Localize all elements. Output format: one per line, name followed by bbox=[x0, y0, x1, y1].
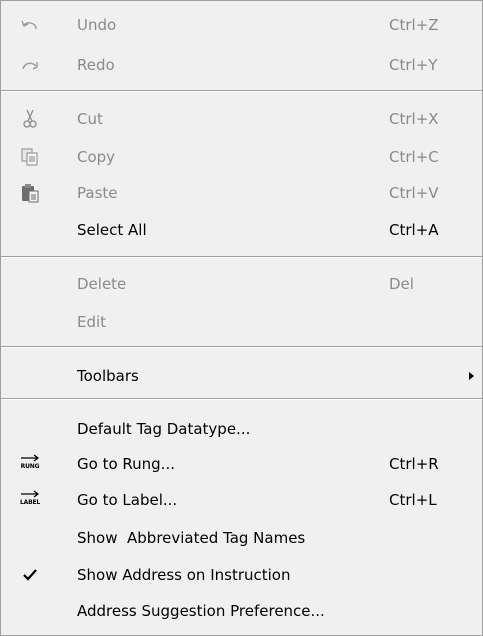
menu-item-show-abbreviated-tag-names[interactable]: Show Abbreviated Tag Names bbox=[1, 520, 482, 556]
menu-item-label: Edit bbox=[77, 313, 107, 331]
menu-item-shortcut: Ctrl+V bbox=[389, 184, 439, 202]
menu-item-copy[interactable]: Copy Ctrl+C bbox=[1, 139, 482, 175]
menu-item-label: Show Address on Instruction bbox=[77, 566, 291, 584]
menu-item-label: Copy bbox=[77, 148, 116, 166]
menu-separator bbox=[1, 256, 482, 258]
menu-item-shortcut: Ctrl+Z bbox=[389, 16, 439, 34]
scissors-icon bbox=[19, 108, 41, 130]
menu-item-shortcut: Ctrl+X bbox=[389, 110, 439, 128]
redo-icon bbox=[19, 54, 41, 76]
checkmark-icon bbox=[19, 564, 41, 586]
menu-item-label: Show Abbreviated Tag Names bbox=[77, 529, 306, 547]
menu-separator bbox=[1, 90, 482, 92]
menu-item-label: Delete bbox=[77, 275, 127, 293]
menu-item-label: Address Suggestion Preference... bbox=[77, 602, 325, 620]
menu-item-select-all[interactable]: Select All Ctrl+A bbox=[1, 212, 482, 248]
menu-item-show-address-on-instruction[interactable]: Show Address on Instruction bbox=[1, 557, 482, 593]
menu-item-label: Default Tag Datatype... bbox=[77, 420, 251, 438]
menu-item-edit[interactable]: Edit bbox=[1, 304, 482, 340]
copy-icon bbox=[19, 146, 41, 168]
menu-item-go-to-rung[interactable]: RUNG Go to Rung... Ctrl+R bbox=[1, 446, 482, 482]
menu-item-toolbars[interactable]: Toolbars bbox=[1, 358, 482, 394]
menu-item-label: Redo bbox=[77, 56, 115, 74]
menu-item-redo[interactable]: Redo Ctrl+Y bbox=[1, 47, 482, 83]
menu-separator bbox=[1, 398, 482, 400]
menu-item-label: Undo bbox=[77, 16, 117, 34]
goto-rung-icon: RUNG bbox=[19, 453, 41, 475]
menu-item-paste[interactable]: Paste Ctrl+V bbox=[1, 175, 482, 211]
menu-item-shortcut: Ctrl+A bbox=[389, 221, 439, 239]
goto-label-icon: LABEL bbox=[19, 489, 41, 511]
menu-item-shortcut: Del bbox=[389, 275, 414, 293]
menu-separator bbox=[1, 346, 482, 348]
menu-item-shortcut: Ctrl+R bbox=[389, 455, 439, 473]
menu-item-label: Toolbars bbox=[77, 367, 139, 385]
menu-item-shortcut: Ctrl+L bbox=[389, 491, 437, 509]
menu-item-label: Go to Label... bbox=[77, 491, 178, 509]
menu-item-label: Paste bbox=[77, 184, 118, 202]
goto-rung-icon-text: RUNG bbox=[20, 463, 40, 470]
menu-item-default-tag-datatype[interactable]: Default Tag Datatype... bbox=[1, 411, 482, 447]
menu-item-label: Select All bbox=[77, 221, 147, 239]
context-menu: Undo Ctrl+Z Redo Ctrl+Y Cut Ctrl+X Copy … bbox=[0, 0, 483, 636]
submenu-arrow-icon bbox=[469, 372, 474, 380]
menu-item-delete[interactable]: Delete Del bbox=[1, 266, 482, 302]
paste-icon bbox=[19, 182, 41, 204]
menu-item-undo[interactable]: Undo Ctrl+Z bbox=[1, 7, 482, 43]
menu-item-address-suggestion-preference[interactable]: Address Suggestion Preference... bbox=[1, 593, 482, 629]
menu-item-go-to-label[interactable]: LABEL Go to Label... Ctrl+L bbox=[1, 482, 482, 518]
menu-item-label: Cut bbox=[77, 110, 103, 128]
menu-item-label: Go to Rung... bbox=[77, 455, 175, 473]
menu-item-cut[interactable]: Cut Ctrl+X bbox=[1, 101, 482, 137]
undo-icon bbox=[19, 14, 41, 36]
menu-item-shortcut: Ctrl+Y bbox=[389, 56, 438, 74]
goto-label-icon-text: LABEL bbox=[20, 499, 40, 506]
menu-item-shortcut: Ctrl+C bbox=[389, 148, 439, 166]
